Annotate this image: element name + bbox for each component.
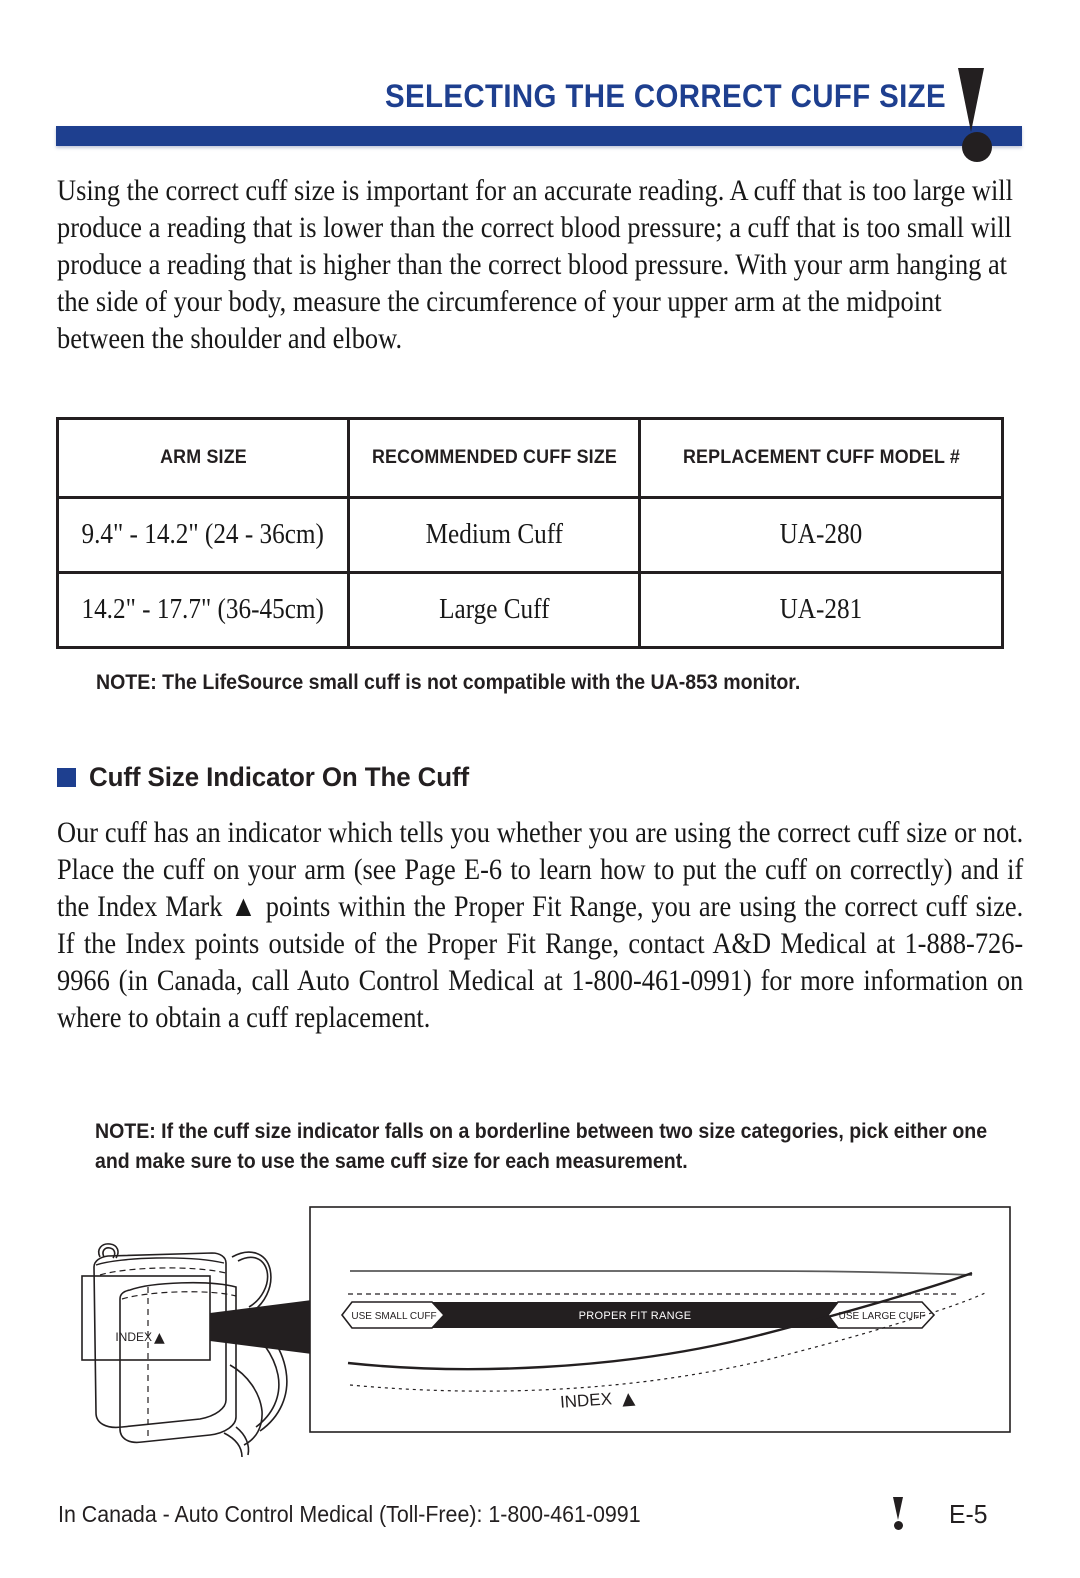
cell-recommended-cuff-size-text: Large Cuff	[438, 594, 550, 625]
footer-contact-text: In Canada - Auto Control Medical (Toll-F…	[58, 1501, 641, 1527]
section-heading-cuff-size-indicator: Cuff Size Indicator On The Cuff	[57, 762, 485, 793]
cell-replacement-model: UA-281	[638, 571, 1004, 649]
header-accent-bar	[56, 126, 1022, 146]
cuff-indicator-illustration: INDEX ▲ PROPER FIT RANGE USE SMALL CUFF …	[60, 1195, 1020, 1460]
column-header-recommended-cuff-size: RECOMMENDED CUFF SIZE	[355, 417, 633, 499]
table-row: 9.4" - 14.2" (24 - 36cm) Medium Cuff UA-…	[56, 496, 1004, 574]
column-header-replacement-model: REPLACEMENT CUFF MODEL #	[648, 417, 994, 499]
exclamation-dot-icon	[962, 132, 992, 162]
use-large-cuff-label: USE LARGE CUFF	[839, 1311, 926, 1322]
cell-arm-size: 9.4" - 14.2" (24 - 36cm)	[56, 496, 350, 574]
cuff-index-label-text: INDEX	[115, 1330, 152, 1344]
note-borderline-indicator: NOTE: If the cuff size indicator falls o…	[95, 1120, 988, 1173]
page-header: SELECTING THE CORRECT CUFF SIZE	[0, 0, 1080, 162]
proper-fit-range-label: PROPER FIT RANGE	[579, 1310, 692, 1322]
cuff-index-label: INDEX ▲	[115, 1330, 165, 1346]
cell-recommended-cuff-size-text: Medium Cuff	[425, 519, 563, 550]
detail-index-mark-icon: ▲	[621, 1389, 636, 1410]
cell-recommended-cuff-size: Medium Cuff	[347, 496, 641, 574]
exclamation-mark-icon	[958, 68, 984, 132]
cell-replacement-model-text: UA-281	[779, 594, 863, 625]
cell-replacement-model-text: UA-280	[779, 519, 863, 550]
cell-arm-size-text: 9.4" - 14.2" (24 - 36cm)	[81, 519, 325, 550]
column-header-arm-size: ARM SIZE	[64, 417, 342, 499]
cell-arm-size-text: 14.2" - 17.7" (36-45cm)	[81, 594, 325, 625]
square-bullet-icon	[57, 768, 76, 787]
callout-box	[81, 1275, 211, 1361]
cell-arm-size: 14.2" - 17.7" (36-45cm)	[56, 571, 350, 649]
section-heading-label: Cuff Size Indicator On The Cuff	[89, 762, 470, 792]
page-number: E-5	[949, 1499, 988, 1529]
page-footer: In Canada - Auto Control Medical (Toll-F…	[0, 1495, 1080, 1555]
note-small-cuff-compatibility: NOTE: The LifeSource small cuff is not c…	[96, 671, 801, 694]
table-row: 14.2" - 17.7" (36-45cm) Large Cuff UA-28…	[56, 571, 1004, 649]
detail-index-label-text: INDEX	[559, 1389, 612, 1412]
intro-paragraph: Using the correct cuff size is important…	[57, 174, 1013, 355]
cuff-size-indicator-paragraph: Our cuff has an indicator which tells yo…	[57, 816, 1024, 1034]
cuff-size-table: ARM SIZE RECOMMENDED CUFF SIZE REPLACEME…	[56, 417, 1004, 649]
cuff-index-mark-icon: ▲	[154, 1330, 165, 1346]
use-small-cuff-label: USE SMALL CUFF	[351, 1311, 436, 1322]
footer-exclamation-dot-icon	[894, 1521, 903, 1530]
table-header-row: ARM SIZE RECOMMENDED CUFF SIZE REPLACEME…	[58, 417, 1003, 499]
page-title: SELECTING THE CORRECT CUFF SIZE	[385, 78, 946, 114]
cell-replacement-model: UA-280	[638, 496, 1004, 574]
cell-recommended-cuff-size: Large Cuff	[347, 571, 641, 649]
footer-exclamation-mark-icon	[893, 1497, 903, 1520]
